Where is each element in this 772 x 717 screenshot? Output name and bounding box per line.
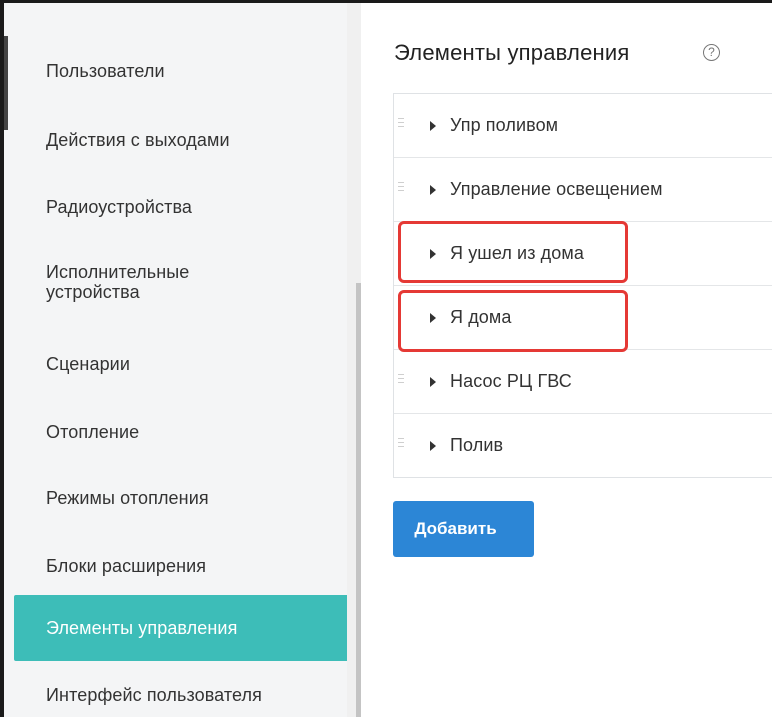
sidebar-item-user-interface[interactable]: Интерфейс пользователя <box>14 684 350 708</box>
sidebar-item-heating[interactable]: Отопление <box>14 421 350 445</box>
caret-right-icon[interactable] <box>430 121 436 131</box>
sidebar-item-label: Блоки расширения <box>46 556 207 576</box>
sidebar-item-label: Радиоустройства <box>46 197 193 217</box>
sidebar-item-label: Действия с выходами <box>46 130 230 150</box>
list-item[interactable]: Упр поливом <box>394 94 772 158</box>
drag-handle-icon[interactable] <box>398 374 404 386</box>
sidebar-item-label: Элементы управления <box>46 618 238 638</box>
sidebar-item-label: Пользователи <box>46 61 165 81</box>
sidebar-scrollbar-thumb[interactable] <box>356 283 361 717</box>
list-item-label: Насос РЦ ГВС <box>450 371 572 391</box>
sidebar-item-label: Отопление <box>46 422 140 442</box>
caret-right-icon[interactable] <box>430 377 436 387</box>
add-button[interactable]: Добавить <box>393 501 534 557</box>
caret-right-icon[interactable] <box>430 185 436 195</box>
list-item-label: Упр поливом <box>450 115 559 135</box>
sidebar-item-actuators[interactable]: Исполнительные устройства <box>14 262 350 306</box>
sidebar-item-label: Режимы отопления <box>46 488 209 508</box>
window-edge-mark <box>4 36 8 130</box>
list-item-label: Полив <box>450 435 504 455</box>
highlight-box <box>398 290 628 352</box>
sidebar-item-label: Интерфейс пользователя <box>46 685 263 705</box>
screen: Пользователи Действия с выходами Радиоус… <box>0 0 772 717</box>
sidebar-item-users[interactable]: Пользователи <box>14 60 350 84</box>
sidebar-item-label-line2: устройства <box>46 282 140 302</box>
question-circle-icon[interactable]: ? <box>703 44 720 61</box>
sidebar-item-scenarios[interactable]: Сценарии <box>14 353 350 377</box>
sidebar-item-expansion-units[interactable]: Блоки расширения <box>14 555 350 579</box>
highlight-box <box>398 221 628 283</box>
page-title: Элементы управления <box>394 40 630 65</box>
caret-right-icon[interactable] <box>430 441 436 451</box>
list-item[interactable]: Насос РЦ ГВС <box>394 350 772 414</box>
sidebar-item-controls[interactable]: Элементы управления <box>14 595 350 661</box>
sidebar-item-label-line1: Исполнительные <box>46 262 190 282</box>
sidebar-item-label: Сценарии <box>46 354 130 374</box>
list-item-label: Управление освещением <box>450 179 663 199</box>
controls-list: Упр поливом Управление освещением Я ушел… <box>393 93 772 478</box>
sidebar-item-heating-modes[interactable]: Режимы отопления <box>14 487 350 511</box>
sidebar-item-output-actions[interactable]: Действия с выходами <box>14 129 350 153</box>
list-item[interactable]: Полив <box>394 414 772 478</box>
list-item[interactable]: Управление освещением <box>394 158 772 222</box>
drag-handle-icon[interactable] <box>398 438 404 450</box>
drag-handle-icon[interactable] <box>398 118 404 130</box>
drag-handle-icon[interactable] <box>398 182 404 194</box>
sidebar-item-radio-devices[interactable]: Радиоустройства <box>14 196 350 220</box>
